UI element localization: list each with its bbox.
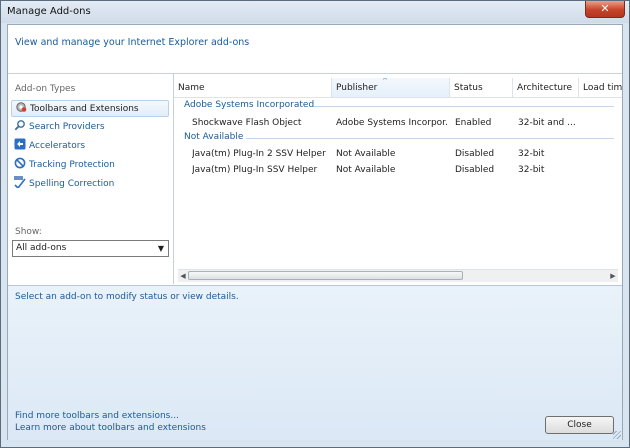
sort-ascending-icon: ^	[382, 78, 388, 85]
details-pane: Select an add-on to modify status or vie…	[8, 285, 622, 440]
cell-architecture: 32-bit and ...	[518, 118, 576, 128]
close-icon: ✕	[600, 2, 610, 15]
dropdown-arrow-icon: ▼	[157, 244, 164, 253]
window-close-button[interactable]: ✕	[585, 1, 625, 18]
accelerator-icon	[14, 138, 26, 150]
sidebar-item-search-providers[interactable]: Search Providers	[11, 119, 169, 136]
cell-publisher: Not Available	[336, 165, 396, 175]
close-button[interactable]: Close	[545, 416, 614, 434]
column-header-name[interactable]: Name	[174, 78, 332, 98]
manage-addons-window: Manage Add-ons ✕ View and manage your In…	[0, 0, 630, 448]
abc-check-icon	[14, 176, 26, 188]
sidebar-item-label: Tracking Protection	[29, 160, 115, 170]
learn-more-toolbars-link[interactable]: Learn more about toolbars and extensions	[15, 423, 206, 433]
header-strip: View and manage your Internet Explorer a…	[8, 25, 622, 74]
horizontal-scrollbar[interactable]: ◀ ▶	[178, 269, 618, 282]
group-divider	[314, 106, 614, 107]
cell-architecture: 32-bit	[518, 149, 545, 159]
show-label: Show:	[15, 227, 42, 237]
scroll-left-icon[interactable]: ◀	[178, 270, 188, 282]
column-header-load-time[interactable]: Load time	[579, 78, 622, 98]
table-row[interactable]: Java(tm) Plug-In 2 SSV Helper Not Availa…	[174, 146, 622, 162]
cell-architecture: 32-bit	[518, 165, 545, 175]
gear-icon	[16, 102, 27, 112]
show-filter-dropdown[interactable]: All add-ons ▼	[12, 240, 169, 257]
column-header-publisher[interactable]: ^ Publisher	[332, 78, 450, 98]
magnifier-icon	[14, 120, 25, 131]
cell-status: Disabled	[455, 149, 495, 159]
sidebar-item-toolbars-extensions[interactable]: Toolbars and Extensions	[11, 100, 169, 117]
table-row[interactable]: Shockwave Flash Object Adobe Systems Inc…	[174, 115, 622, 131]
find-more-toolbars-link[interactable]: Find more toolbars and extensions...	[15, 411, 179, 421]
group-header-adobe: Adobe Systems Incorporated	[184, 100, 315, 110]
addon-types-heading: Add-on Types	[15, 84, 76, 94]
cell-status: Disabled	[455, 165, 495, 175]
sidebar-item-label: Search Providers	[29, 122, 105, 132]
column-header-status[interactable]: Status	[450, 78, 513, 98]
cell-name: Shockwave Flash Object	[192, 118, 302, 128]
group-divider	[246, 138, 614, 139]
scroll-right-icon[interactable]: ▶	[608, 270, 618, 282]
table-row[interactable]: Java(tm) Plug-In SSV Helper Not Availabl…	[174, 162, 622, 178]
cell-name: Java(tm) Plug-In 2 SSV Helper	[192, 149, 326, 159]
dialog-client-area: View and manage your Internet Explorer a…	[7, 24, 623, 440]
title-bar[interactable]: Manage Add-ons ✕	[1, 1, 629, 23]
cell-publisher: Not Available	[336, 149, 396, 159]
cell-name: Java(tm) Plug-In SSV Helper	[192, 165, 318, 175]
addons-list: Name ^ Publisher Status Architecture Loa…	[174, 74, 622, 284]
sidebar-item-label: Toolbars and Extensions	[30, 104, 139, 114]
cell-status: Enabled	[455, 118, 492, 128]
scrollbar-thumb[interactable]	[188, 271, 463, 280]
column-header-architecture[interactable]: Architecture	[513, 78, 579, 98]
block-icon	[14, 157, 26, 169]
window-title: Manage Add-ons	[7, 6, 91, 17]
resize-grip-icon[interactable]	[613, 431, 621, 439]
sidebar-item-label: Accelerators	[29, 141, 86, 151]
cell-publisher: Adobe Systems Incorpor...	[336, 118, 448, 128]
addon-types-pane: Add-on Types Toolbars and Extensions Sea…	[8, 74, 174, 284]
sidebar-item-spelling-correction[interactable]: Spelling Correction	[11, 176, 169, 193]
sidebar-item-tracking-protection[interactable]: Tracking Protection	[11, 157, 169, 174]
details-hint: Select an add-on to modify status or vie…	[15, 292, 239, 302]
header-description: View and manage your Internet Explorer a…	[15, 37, 250, 48]
show-filter-value: All add-ons	[16, 243, 67, 253]
sidebar-item-accelerators[interactable]: Accelerators	[11, 138, 169, 155]
group-header-not-available: Not Available	[184, 132, 244, 142]
sidebar-item-label: Spelling Correction	[29, 179, 115, 189]
